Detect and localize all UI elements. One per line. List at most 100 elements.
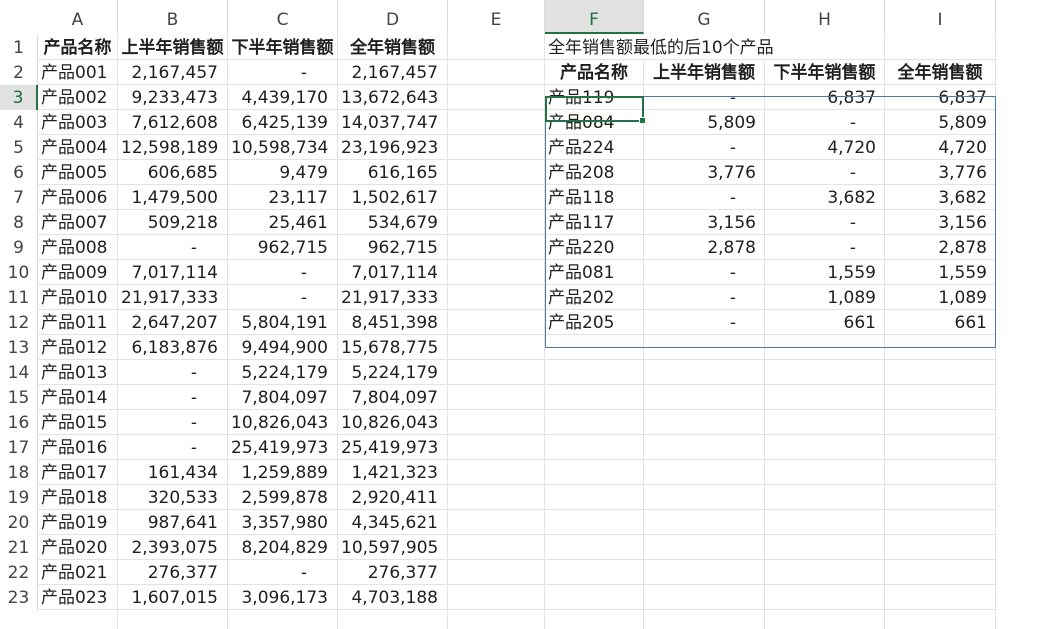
main-table-cell[interactable]: 8,204,829 [228, 535, 338, 560]
cell[interactable] [448, 585, 545, 610]
row-header-8[interactable]: 8 [0, 210, 38, 235]
cell[interactable] [448, 510, 545, 535]
summary-table-cell[interactable]: 产品208 [545, 160, 644, 185]
cell[interactable] [644, 485, 765, 510]
main-table-header[interactable]: 上半年销售额 [118, 35, 228, 60]
row-header-3[interactable]: 3 [0, 85, 38, 110]
cell[interactable] [644, 535, 765, 560]
summary-table-cell[interactable]: 661 [765, 310, 885, 335]
row-header-7[interactable]: 7 [0, 185, 38, 210]
main-table-cell[interactable]: 1,421,323 [338, 460, 448, 485]
cell[interactable] [644, 610, 765, 629]
main-table-cell[interactable]: 1,607,015 [118, 585, 228, 610]
summary-table-cell[interactable]: - [765, 160, 885, 185]
main-table-cell[interactable]: - [118, 235, 228, 260]
row-header-10[interactable]: 10 [0, 260, 38, 285]
main-table-cell[interactable]: 产品009 [38, 260, 118, 285]
main-table-cell[interactable]: 产品010 [38, 285, 118, 310]
main-table-cell[interactable]: 161,434 [118, 460, 228, 485]
cell[interactable] [448, 285, 545, 310]
cell[interactable] [644, 460, 765, 485]
cell[interactable] [545, 535, 644, 560]
cell[interactable] [448, 260, 545, 285]
main-table-cell[interactable]: 10,598,734 [228, 135, 338, 160]
main-table-header[interactable]: 全年销售额 [338, 35, 448, 60]
column-header-a[interactable]: A [38, 0, 118, 34]
cell[interactable] [885, 585, 996, 610]
summary-table-cell[interactable]: 产品118 [545, 185, 644, 210]
cell[interactable] [644, 560, 765, 585]
cell[interactable] [644, 510, 765, 535]
cell[interactable] [885, 510, 996, 535]
cell[interactable] [644, 385, 765, 410]
main-table-cell[interactable]: 276,377 [118, 560, 228, 585]
main-table-cell[interactable]: 2,647,207 [118, 310, 228, 335]
cell[interactable] [765, 385, 885, 410]
cell[interactable] [885, 410, 996, 435]
main-table-cell[interactable]: 15,678,775 [338, 335, 448, 360]
main-table-cell[interactable]: 2,920,411 [338, 485, 448, 510]
summary-title[interactable]: 全年销售额最低的后10个产品 [545, 35, 845, 60]
summary-table-cell[interactable]: 1,089 [765, 285, 885, 310]
main-table-cell[interactable]: 产品020 [38, 535, 118, 560]
cell[interactable] [38, 610, 118, 629]
summary-table-cell[interactable]: 产品202 [545, 285, 644, 310]
main-table-cell[interactable]: 2,393,075 [118, 535, 228, 560]
summary-table-cell[interactable]: - [644, 85, 765, 110]
summary-table-cell[interactable]: 4,720 [765, 135, 885, 160]
column-header-g[interactable]: G [644, 0, 765, 34]
cell[interactable] [885, 385, 996, 410]
main-table-cell[interactable]: 产品003 [38, 110, 118, 135]
summary-table-cell[interactable]: 3,776 [644, 160, 765, 185]
row-header-13[interactable]: 13 [0, 335, 38, 360]
cell[interactable] [765, 460, 885, 485]
main-table-cell[interactable]: 产品013 [38, 360, 118, 385]
main-table-cell[interactable]: 8,451,398 [338, 310, 448, 335]
main-table-cell[interactable]: - [228, 260, 338, 285]
row-header-16[interactable]: 16 [0, 410, 38, 435]
main-table-cell[interactable]: 3,096,173 [228, 585, 338, 610]
cell[interactable] [885, 35, 996, 60]
cell[interactable] [448, 110, 545, 135]
main-table-cell[interactable]: 产品007 [38, 210, 118, 235]
cell[interactable] [448, 310, 545, 335]
summary-table-cell[interactable]: - [644, 260, 765, 285]
main-table-cell[interactable]: - [118, 410, 228, 435]
row-header-21[interactable]: 21 [0, 535, 38, 560]
main-table-cell[interactable]: - [228, 560, 338, 585]
main-table-cell[interactable]: 10,826,043 [338, 410, 448, 435]
summary-table-cell[interactable]: 1,559 [885, 260, 996, 285]
summary-table-cell[interactable]: 2,878 [885, 235, 996, 260]
cell[interactable] [644, 410, 765, 435]
summary-table-cell[interactable]: 产品205 [545, 310, 644, 335]
summary-table-cell[interactable]: 6,837 [885, 85, 996, 110]
cell[interactable] [448, 410, 545, 435]
cell[interactable] [765, 360, 885, 385]
cell[interactable] [448, 435, 545, 460]
column-header-b[interactable]: B [118, 0, 228, 34]
summary-table-cell[interactable]: - [765, 110, 885, 135]
column-header-d[interactable]: D [338, 0, 448, 34]
row-header-22[interactable]: 22 [0, 560, 38, 585]
cell[interactable] [765, 335, 885, 360]
main-table-cell[interactable]: 962,715 [228, 235, 338, 260]
main-table-cell[interactable]: 4,439,170 [228, 85, 338, 110]
main-table-cell[interactable]: 962,715 [338, 235, 448, 260]
row-header-17[interactable]: 17 [0, 435, 38, 460]
cell[interactable] [338, 610, 448, 629]
row-header-20[interactable]: 20 [0, 510, 38, 535]
main-table-cell[interactable]: 2,167,457 [338, 60, 448, 85]
row-header-4[interactable]: 4 [0, 110, 38, 135]
main-table-cell[interactable]: 9,494,900 [228, 335, 338, 360]
summary-table-cell[interactable]: 661 [885, 310, 996, 335]
summary-table-cell[interactable]: - [765, 210, 885, 235]
summary-table-cell[interactable]: - [644, 285, 765, 310]
main-table-cell[interactable]: 1,502,617 [338, 185, 448, 210]
row-header-11[interactable]: 11 [0, 285, 38, 310]
cell[interactable] [448, 210, 545, 235]
summary-table-cell[interactable]: 3,682 [885, 185, 996, 210]
cell[interactable] [448, 535, 545, 560]
cell[interactable] [885, 485, 996, 510]
cell[interactable] [885, 610, 996, 629]
main-table-cell[interactable]: 7,612,608 [118, 110, 228, 135]
